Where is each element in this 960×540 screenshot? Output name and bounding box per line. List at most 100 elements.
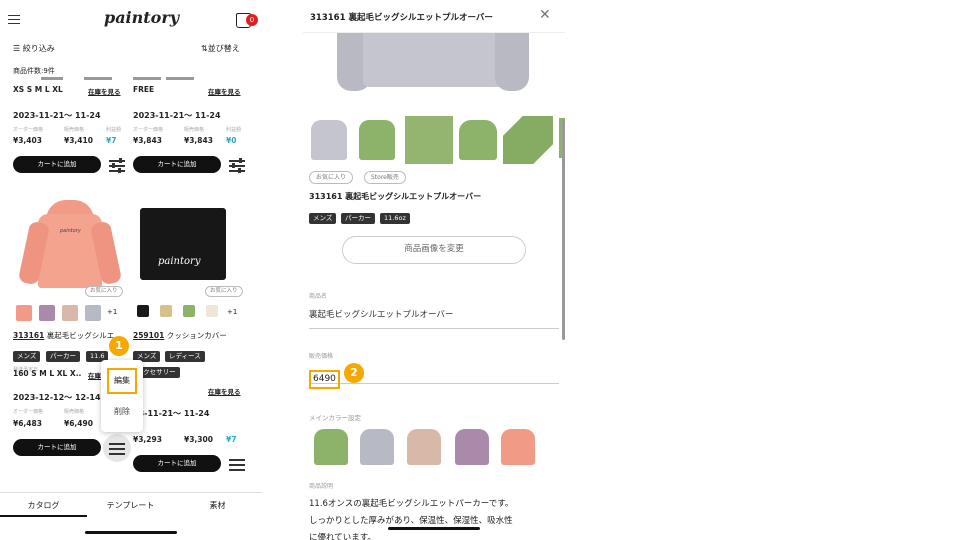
home-indicator bbox=[388, 527, 480, 530]
sort-label: 並び替え bbox=[207, 44, 240, 53]
add-to-cart-button[interactable]: カートに追加 bbox=[13, 439, 101, 456]
edit-menu-item[interactable]: 編集 bbox=[107, 368, 137, 394]
main-color-label: メインカラー設定 bbox=[309, 414, 361, 422]
product-edit-screen: 313161 裏起毛ビッグシルエットプルオーバー ✕ お気に入り Store販売… bbox=[303, 0, 565, 540]
settings-sliders-icon[interactable] bbox=[229, 456, 245, 472]
store-sale-button[interactable]: Store販売 bbox=[364, 171, 406, 184]
tag: パーカー bbox=[46, 351, 80, 362]
home-indicator bbox=[85, 531, 177, 534]
tab-template[interactable]: テンプレート bbox=[87, 500, 174, 511]
color-swatch-cream[interactable] bbox=[206, 305, 218, 317]
product-image-hoodie[interactable]: paintory bbox=[17, 200, 123, 288]
main-color-purple[interactable] bbox=[455, 429, 489, 465]
color-swatch-salmon[interactable] bbox=[16, 305, 32, 321]
profit: ¥7 bbox=[106, 136, 117, 145]
sort-icon: ⇅ bbox=[201, 44, 208, 53]
sale-price-label: 販売価格 bbox=[309, 353, 334, 360]
order-price: ¥3,293 bbox=[133, 435, 162, 444]
tab-catalog[interactable]: カタログ bbox=[0, 500, 87, 511]
favorite-button[interactable]: お気に入り bbox=[309, 171, 354, 184]
ship-date: 2023-12-12〜 12-14 bbox=[13, 393, 101, 402]
product-title[interactable]: 259101 クッションカバー bbox=[133, 330, 227, 341]
delete-menu-item[interactable]: 削除 bbox=[107, 402, 137, 422]
settings-sliders-icon[interactable] bbox=[229, 157, 245, 173]
close-icon[interactable]: ✕ bbox=[539, 7, 551, 23]
sale-price: ¥3,410 bbox=[64, 136, 93, 145]
context-menu: 編集 削除 bbox=[101, 360, 143, 432]
thumbnail-green-model[interactable] bbox=[459, 120, 497, 160]
favorite-button[interactable]: お気に入り bbox=[85, 286, 123, 297]
more-colors: +1 bbox=[227, 308, 238, 316]
color-swatch-purple[interactable] bbox=[39, 305, 55, 321]
tag: パーカー bbox=[341, 213, 375, 224]
stock-link[interactable]: 在庫を見る bbox=[208, 386, 241, 396]
ship-date: 23-11-21〜 11-24 bbox=[133, 409, 210, 418]
stock-link[interactable]: 在庫を見る bbox=[208, 86, 241, 96]
main-color-salmon[interactable] bbox=[501, 429, 535, 465]
tag: メンズ bbox=[309, 213, 337, 224]
tag: メンズ bbox=[13, 351, 41, 362]
catalog-screen: paintory 0 ☰ 絞り込み ⇅並び替え 商品件数:9件 XS S M L… bbox=[0, 0, 262, 540]
add-to-cart-button[interactable]: カートに追加 bbox=[133, 455, 221, 472]
description-line[interactable]: しっかりとした厚みがあり、保温性、保湿性、吸水性 bbox=[309, 514, 513, 526]
main-color-green[interactable] bbox=[314, 429, 348, 465]
sizes-text: 160 S M L XL X.. bbox=[13, 369, 82, 378]
filter-label: 絞り込み bbox=[22, 44, 55, 53]
app-logo[interactable]: paintory bbox=[104, 8, 179, 27]
thumbnail-green[interactable] bbox=[359, 120, 395, 160]
product-count: 商品件数:9件 bbox=[13, 67, 55, 75]
add-to-cart-button[interactable]: カートに追加 bbox=[133, 156, 221, 173]
order-price: ¥6,483 bbox=[13, 419, 42, 428]
add-to-cart-button[interactable]: カートに追加 bbox=[13, 156, 101, 173]
thumbnail-green-flat[interactable] bbox=[503, 116, 553, 164]
main-color-beige[interactable] bbox=[407, 429, 441, 465]
product-name-label: 商品名 bbox=[309, 293, 328, 300]
color-swatch-tan[interactable] bbox=[160, 305, 172, 317]
ship-date: 2023-11-21〜 11-24 bbox=[13, 111, 101, 120]
settings-sliders-icon[interactable] bbox=[109, 157, 125, 173]
product-code: 313161 bbox=[13, 331, 45, 340]
sale-price-label: 販売価格 bbox=[64, 409, 85, 415]
description-line[interactable]: 11.6オンスの裏起毛ビッグシルエットパーカーです。 bbox=[309, 497, 513, 509]
color-swatch-black[interactable] bbox=[137, 305, 149, 317]
sale-price: ¥3,843 bbox=[184, 136, 213, 145]
color-swatch-beige[interactable] bbox=[62, 305, 78, 321]
order-price: ¥3,403 bbox=[13, 136, 42, 145]
filter-icon: ☰ bbox=[13, 44, 21, 53]
description-line[interactable]: に優れています。 bbox=[309, 531, 376, 540]
sizes-text: FREE bbox=[133, 85, 155, 94]
stock-link[interactable]: 在庫 bbox=[88, 370, 101, 380]
thumbnail-green-closeup[interactable] bbox=[405, 116, 453, 164]
change-image-button[interactable]: 商品画像を変更 bbox=[342, 236, 526, 264]
tag: レディース bbox=[165, 351, 205, 362]
sort-button[interactable]: ⇅並び替え bbox=[201, 43, 240, 54]
favorite-button[interactable]: お気に入り bbox=[205, 286, 243, 297]
filter-button[interactable]: ☰ 絞り込み bbox=[13, 43, 55, 54]
product-image-cushion[interactable]: paintory bbox=[140, 208, 226, 280]
hamburger-menu-icon[interactable] bbox=[8, 15, 20, 24]
sale-price-label: 販売価格 bbox=[64, 127, 85, 133]
order-price-label: オーダー価格 bbox=[13, 127, 44, 133]
product-code: 259101 bbox=[133, 331, 165, 340]
ship-date: 2023-11-21〜 11-24 bbox=[133, 111, 221, 120]
page-title: 313161 裏起毛ビッグシルエットプルオーバー bbox=[310, 13, 493, 23]
color-swatch-green[interactable] bbox=[183, 305, 195, 317]
product-title[interactable]: 313161 裏起毛ビッグシルエ bbox=[13, 330, 114, 341]
order-price-label: オーダー価格 bbox=[133, 127, 164, 133]
profit: ¥7 bbox=[226, 435, 237, 444]
stock-link[interactable]: 在庫を見る bbox=[88, 86, 121, 96]
tab-material[interactable]: 素材 bbox=[174, 500, 261, 511]
order-price: ¥3,843 bbox=[133, 136, 162, 145]
product-title: 313161 裏起毛ビッグシルエットプルオーバー bbox=[309, 192, 482, 201]
tag: 11.6oz bbox=[380, 213, 410, 224]
product-name: 裏起毛ビッグシルエ bbox=[46, 331, 115, 340]
order-price-label: オーダー価格 bbox=[13, 409, 44, 415]
thumbnail-grey[interactable] bbox=[311, 120, 347, 160]
profit: ¥0 bbox=[226, 136, 237, 145]
main-color-grey[interactable] bbox=[360, 429, 394, 465]
settings-sliders-icon[interactable] bbox=[103, 434, 131, 462]
product-name-field[interactable]: 裏起毛ビッグシルエットプルオーバー bbox=[309, 308, 559, 329]
color-swatch-grey[interactable] bbox=[85, 305, 101, 321]
sale-price-value: 6490 bbox=[309, 370, 340, 389]
description-label: 商品説明 bbox=[309, 483, 334, 490]
